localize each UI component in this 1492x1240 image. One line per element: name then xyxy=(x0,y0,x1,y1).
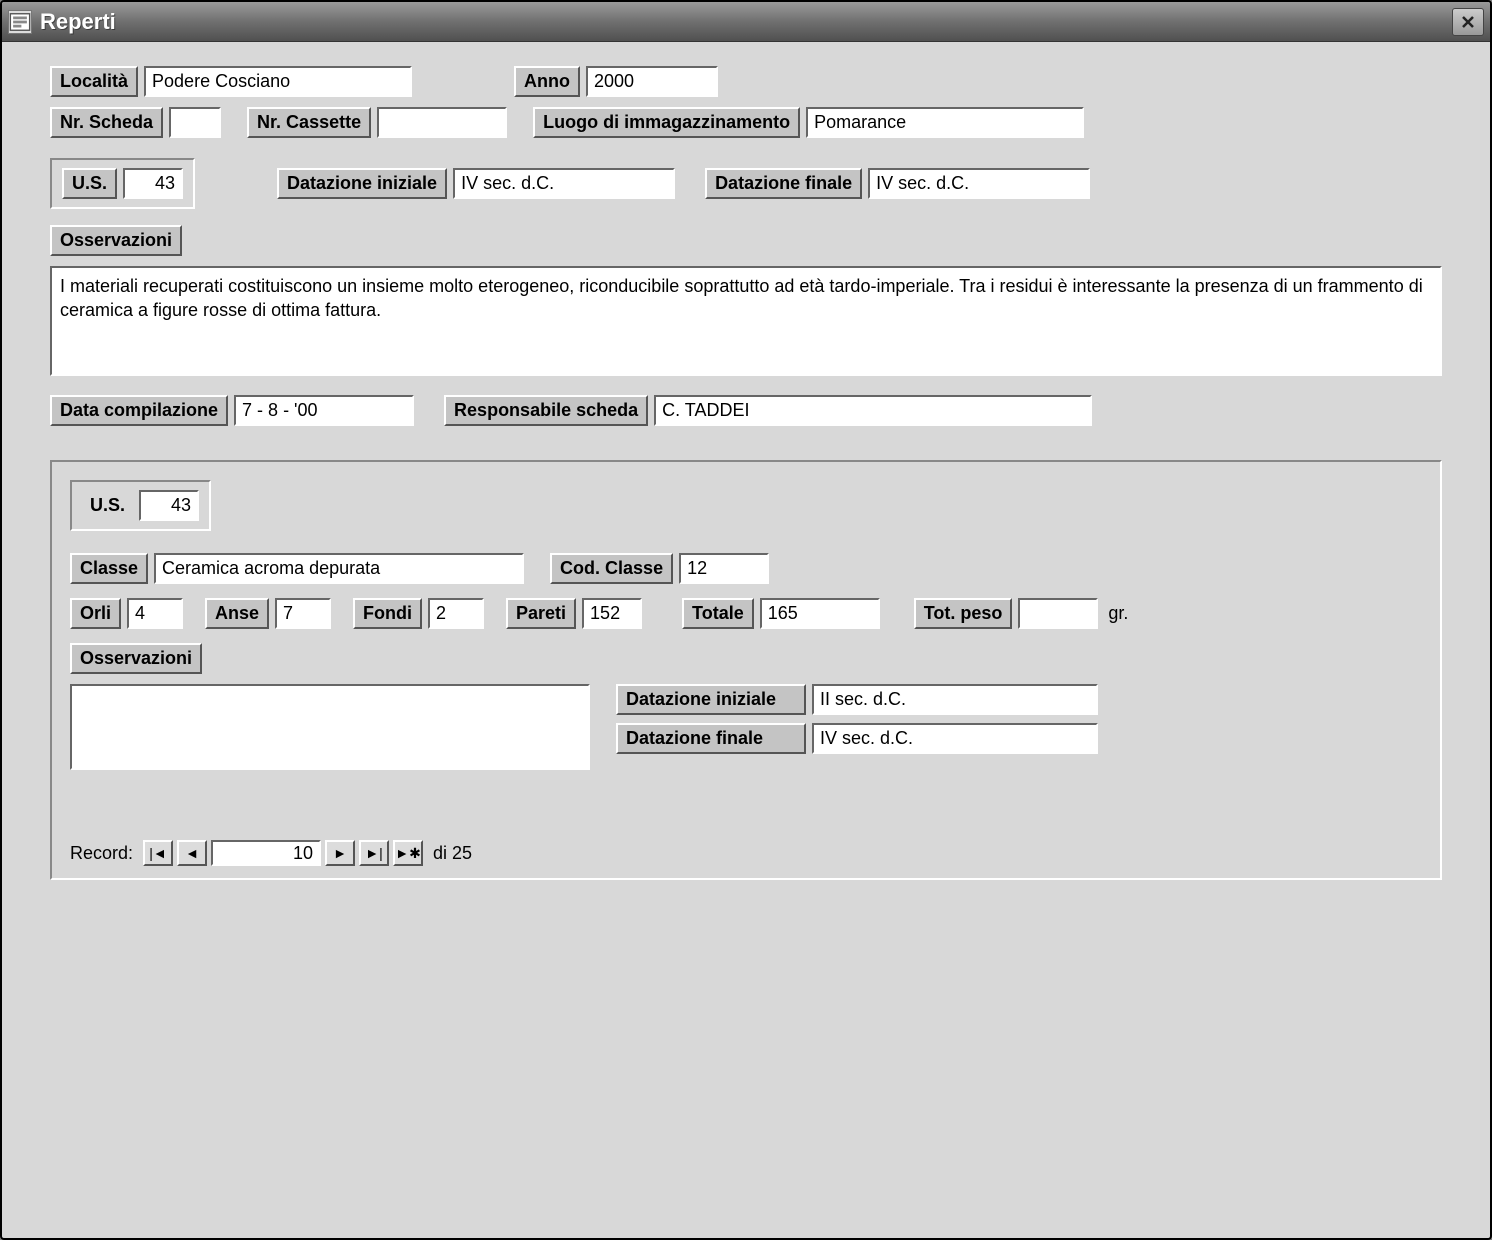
close-button[interactable] xyxy=(1452,8,1484,36)
record-of-text: di 25 xyxy=(433,843,472,864)
input-cod-classe[interactable] xyxy=(679,553,769,584)
subform-dettaglio: U.S. Classe Cod. Classe Orli Anse Fondi xyxy=(50,460,1442,880)
input-nr-scheda[interactable] xyxy=(169,107,221,138)
nav-first-button[interactable]: |◄ xyxy=(143,840,173,866)
subform-input-us[interactable] xyxy=(139,490,199,521)
us-group: U.S. xyxy=(50,158,195,209)
input-responsabile[interactable] xyxy=(654,395,1092,426)
label-responsabile: Responsabile scheda xyxy=(444,395,648,426)
nav-next-button[interactable]: ► xyxy=(325,840,355,866)
label-pareti: Pareti xyxy=(506,598,576,629)
label-datazione-iniziale: Datazione iniziale xyxy=(277,168,447,199)
label-nr-cassette: Nr. Cassette xyxy=(247,107,371,138)
prev-icon: ◄ xyxy=(185,845,199,861)
label-totale: Totale xyxy=(682,598,754,629)
last-icon: ►| xyxy=(365,845,383,861)
subform-input-dat-iniz[interactable] xyxy=(812,684,1098,715)
label-datazione-finale: Datazione finale xyxy=(705,168,862,199)
form-icon xyxy=(8,10,32,34)
input-orli[interactable] xyxy=(127,598,183,629)
input-us[interactable] xyxy=(123,168,183,199)
input-localita[interactable] xyxy=(144,66,412,97)
input-datazione-iniziale[interactable] xyxy=(453,168,675,199)
input-luogo[interactable] xyxy=(806,107,1084,138)
subform-textarea-osservazioni[interactable] xyxy=(70,684,590,770)
label-fondi: Fondi xyxy=(353,598,422,629)
window-title: Reperti xyxy=(40,9,1452,35)
label-localita: Località xyxy=(50,66,138,97)
input-anno[interactable] xyxy=(586,66,718,97)
window-reperti: Reperti Località Anno Nr. Scheda Nr. Cas… xyxy=(0,0,1492,1240)
label-anno: Anno xyxy=(514,66,580,97)
new-record-icon: ►✱ xyxy=(395,845,421,862)
subform-us-group: U.S. xyxy=(70,480,211,531)
subform-input-dat-fin[interactable] xyxy=(812,723,1098,754)
label-anse: Anse xyxy=(205,598,269,629)
label-nr-scheda: Nr. Scheda xyxy=(50,107,163,138)
label-data-compilazione: Data compilazione xyxy=(50,395,228,426)
nav-prev-button[interactable]: ◄ xyxy=(177,840,207,866)
label-classe: Classe xyxy=(70,553,148,584)
form-body: Località Anno Nr. Scheda Nr. Cassette Lu… xyxy=(2,42,1490,1238)
first-icon: |◄ xyxy=(149,845,167,861)
textarea-osservazioni[interactable] xyxy=(50,266,1442,376)
subform-label-osservazioni: Osservazioni xyxy=(70,643,202,674)
input-totale[interactable] xyxy=(760,598,880,629)
input-data-compilazione[interactable] xyxy=(234,395,414,426)
close-icon xyxy=(1460,14,1476,30)
subform-label-dat-iniz: Datazione iniziale xyxy=(616,684,806,715)
nav-last-button[interactable]: ►| xyxy=(359,840,389,866)
input-classe[interactable] xyxy=(154,553,524,584)
record-label: Record: xyxy=(70,843,133,864)
label-cod-classe: Cod. Classe xyxy=(550,553,673,584)
suffix-gr: gr. xyxy=(1104,600,1132,627)
nav-current-field[interactable] xyxy=(211,840,321,866)
label-osservazioni: Osservazioni xyxy=(50,225,182,256)
nav-new-button[interactable]: ►✱ xyxy=(393,840,423,866)
titlebar: Reperti xyxy=(2,2,1490,42)
record-navigator: Record: |◄ ◄ ► ►| ►✱ di 25 xyxy=(70,840,1422,866)
input-tot-peso[interactable] xyxy=(1018,598,1098,629)
subform-label-dat-fin: Datazione finale xyxy=(616,723,806,754)
label-orli: Orli xyxy=(70,598,121,629)
label-tot-peso: Tot. peso xyxy=(914,598,1013,629)
input-pareti[interactable] xyxy=(582,598,642,629)
input-nr-cassette[interactable] xyxy=(377,107,507,138)
input-anse[interactable] xyxy=(275,598,331,629)
input-fondi[interactable] xyxy=(428,598,484,629)
next-icon: ► xyxy=(333,845,347,861)
input-datazione-finale[interactable] xyxy=(868,168,1090,199)
label-us: U.S. xyxy=(62,168,117,199)
label-luogo: Luogo di immagazzinamento xyxy=(533,107,800,138)
subform-label-us: U.S. xyxy=(82,492,133,519)
